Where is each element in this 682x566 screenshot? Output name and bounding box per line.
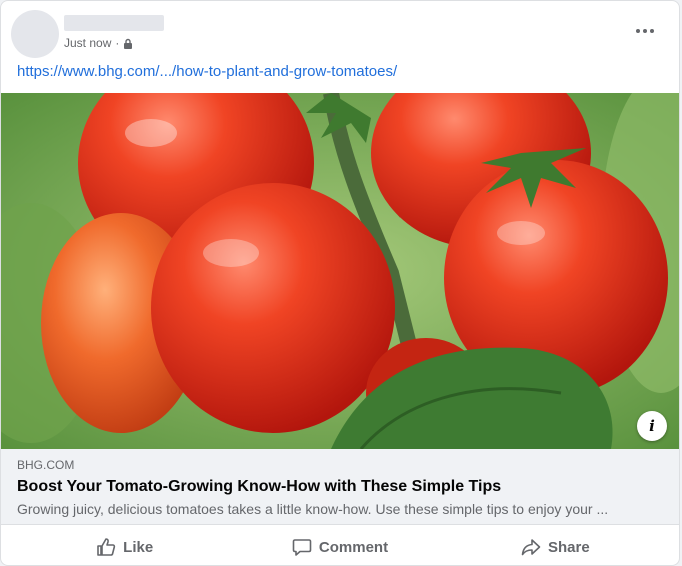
link-description: Growing juicy, delicious tomatoes takes … [17, 501, 609, 517]
meta-separator: · [115, 36, 120, 50]
more-options-button[interactable] [631, 21, 659, 41]
link-preview[interactable]: BHG.COM Boost Your Tomato-Growing Know-H… [1, 449, 679, 525]
post-timestamp[interactable]: Just now [64, 36, 111, 50]
comment-label: Comment [318, 538, 389, 556]
avatar[interactable] [11, 10, 59, 58]
post-actions: Like Comment Share [17, 527, 663, 565]
more-options-dot [643, 29, 647, 33]
tomato-photo [1, 93, 679, 449]
post-link[interactable]: https://www.bhg.com/.../how-to-plant-and… [17, 63, 397, 80]
more-options-icon [636, 29, 640, 33]
info-button[interactable]: i [637, 411, 667, 441]
link-title[interactable]: Boost Your Tomato-Growing Know-How with … [17, 478, 501, 496]
share-button[interactable]: Share [448, 528, 663, 565]
comment-button[interactable]: Comment [232, 528, 447, 565]
post-card: Just now · https://www.bhg.com/.../how-t… [0, 0, 680, 566]
author-name-placeholder[interactable] [64, 15, 164, 31]
link-preview-image[interactable]: i [1, 93, 679, 449]
share-label: Share [547, 538, 590, 556]
post-header: Just now · [1, 1, 679, 61]
post-meta: Just now · [64, 36, 133, 50]
more-options-dot [650, 29, 654, 33]
link-domain: BHG.COM [17, 458, 75, 472]
info-icon: i [649, 417, 655, 435]
share-icon [521, 539, 541, 556]
like-button[interactable]: Like [17, 528, 232, 565]
comment-icon [292, 539, 312, 556]
thumbs-up-icon [97, 538, 116, 556]
like-label: Like [123, 538, 154, 556]
lock-icon[interactable] [123, 38, 133, 49]
post-text: https://www.bhg.com/.../how-to-plant-and… [17, 63, 397, 80]
